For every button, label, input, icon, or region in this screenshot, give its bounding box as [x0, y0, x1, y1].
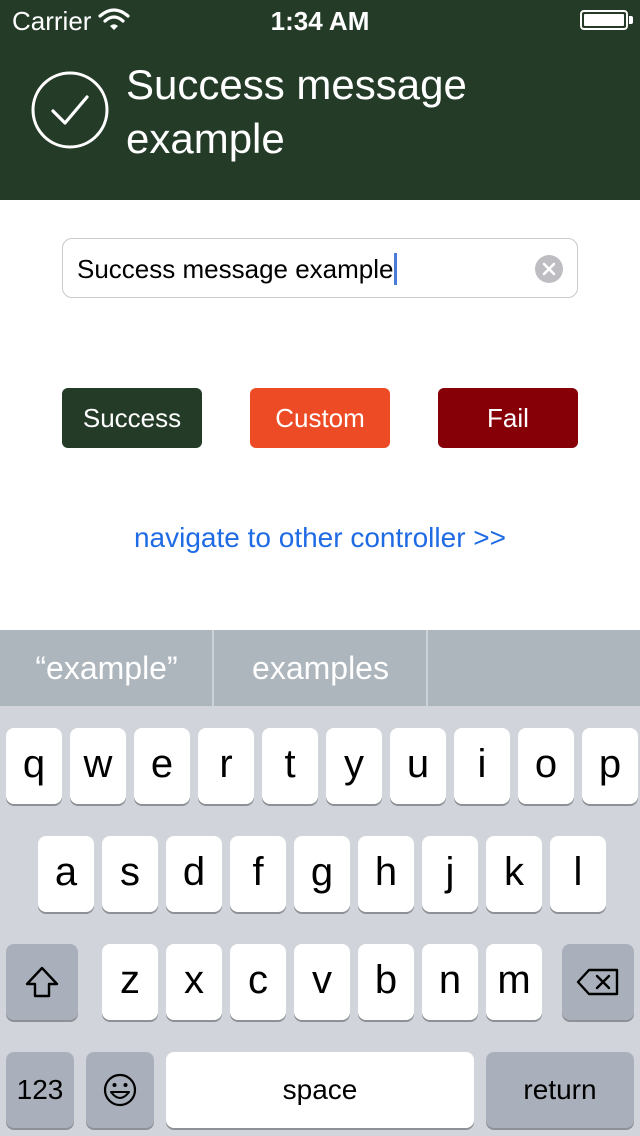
key-z[interactable]: z: [102, 944, 158, 1020]
message-text-field[interactable]: Success message example: [62, 238, 578, 298]
notification-title: Success message example: [126, 61, 467, 162]
numbers-key[interactable]: 123: [6, 1052, 74, 1128]
key-r[interactable]: r: [198, 728, 254, 804]
key-t[interactable]: t: [262, 728, 318, 804]
suggestion-2[interactable]: examples: [214, 630, 427, 706]
battery-icon: [580, 10, 628, 30]
shift-key[interactable]: [6, 944, 78, 1020]
battery-tip: [629, 16, 633, 24]
key-h[interactable]: h: [358, 836, 414, 912]
return-key[interactable]: return: [486, 1052, 634, 1128]
key-j[interactable]: j: [422, 836, 478, 912]
keyboard: “example” examples q w e r t y u i o p a…: [0, 630, 640, 1136]
fail-button[interactable]: Fail: [438, 388, 578, 448]
key-g[interactable]: g: [294, 836, 350, 912]
text-field-value[interactable]: Success message example: [77, 253, 398, 285]
key-b[interactable]: b: [358, 944, 414, 1020]
key-y[interactable]: y: [326, 728, 382, 804]
clear-circle-icon[interactable]: [535, 255, 563, 283]
key-o[interactable]: o: [518, 728, 574, 804]
suggestion-3[interactable]: [428, 630, 640, 706]
checkmark-circle-icon: [31, 71, 109, 149]
key-x[interactable]: x: [166, 944, 222, 1020]
key-m[interactable]: m: [486, 944, 542, 1020]
navigate-link[interactable]: navigate to other controller >>: [0, 522, 640, 554]
key-u[interactable]: u: [390, 728, 446, 804]
key-s[interactable]: s: [102, 836, 158, 912]
success-banner: Carrier 1:34 AM Success message example: [0, 0, 640, 200]
emoji-key[interactable]: [86, 1052, 154, 1128]
key-v[interactable]: v: [294, 944, 350, 1020]
suggestion-bar: “example” examples: [0, 630, 640, 706]
backspace-icon: [576, 968, 619, 996]
emoji-icon: [103, 1073, 137, 1107]
shift-icon: [25, 966, 59, 998]
key-e[interactable]: e: [134, 728, 190, 804]
text-cursor: [394, 253, 398, 285]
suggestion-1[interactable]: “example”: [0, 630, 213, 706]
key-q[interactable]: q: [6, 728, 62, 804]
success-button[interactable]: Success: [62, 388, 202, 448]
delete-key[interactable]: [562, 944, 634, 1020]
status-time: 1:34 AM: [270, 6, 370, 36]
key-w[interactable]: w: [70, 728, 126, 804]
key-n[interactable]: n: [422, 944, 478, 1020]
key-i[interactable]: i: [454, 728, 510, 804]
status-bar: Carrier 1:34 AM: [0, 0, 640, 40]
custom-button[interactable]: Custom: [250, 388, 390, 448]
key-c[interactable]: c: [230, 944, 286, 1020]
space-key[interactable]: space: [166, 1052, 474, 1128]
key-d[interactable]: d: [166, 836, 222, 912]
key-p[interactable]: p: [582, 728, 638, 804]
key-a[interactable]: a: [38, 836, 94, 912]
key-f[interactable]: f: [230, 836, 286, 912]
key-l[interactable]: l: [550, 836, 606, 912]
key-k[interactable]: k: [486, 836, 542, 912]
